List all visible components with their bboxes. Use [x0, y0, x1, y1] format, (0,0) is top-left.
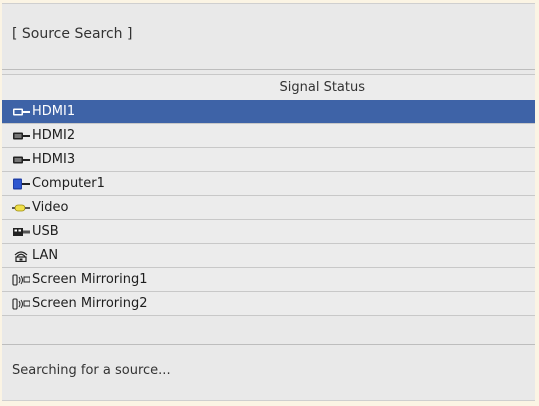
source-row-video[interactable]: Video	[2, 196, 535, 220]
hdmi-icon	[12, 106, 30, 118]
source-row-lan[interactable]: LAN	[2, 244, 535, 268]
signal-status-label: Signal Status	[279, 80, 366, 95]
source-row-hdmi1[interactable]: HDMI1	[2, 100, 535, 124]
lan-icon	[12, 250, 30, 262]
source-label: HDMI1	[32, 104, 76, 119]
computer-vga-icon	[12, 178, 30, 190]
source-row-screen-mirroring2[interactable]: Screen Mirroring2	[2, 292, 535, 316]
window-title: [ Source Search ]	[12, 26, 133, 42]
window-header: [ Source Search ]	[2, 4, 535, 70]
screen-mirroring-icon	[12, 273, 30, 286]
source-label: Video	[32, 200, 69, 215]
source-row-computer1[interactable]: Computer1	[2, 172, 535, 196]
source-search-panel: [ Source Search ] Signal Status HDMI1 HD…	[2, 3, 535, 401]
video-rca-icon	[12, 202, 30, 214]
status-message: Searching for a source...	[12, 363, 171, 378]
source-label: HDMI2	[32, 128, 76, 143]
source-label: USB	[32, 224, 59, 239]
source-list: Signal Status HDMI1 HDMI2 HDMI3 Computer…	[2, 74, 535, 316]
source-label: Screen Mirroring2	[32, 296, 148, 311]
source-label: Screen Mirroring1	[32, 272, 148, 287]
source-row-hdmi2[interactable]: HDMI2	[2, 124, 535, 148]
screen-mirroring-icon	[12, 297, 30, 310]
usb-icon	[12, 226, 30, 238]
source-row-hdmi3[interactable]: HDMI3	[2, 148, 535, 172]
source-search-window: [ Source Search ] Signal Status HDMI1 HD…	[0, 0, 539, 406]
source-label: HDMI3	[32, 152, 76, 167]
hdmi-icon	[12, 130, 30, 142]
signal-status-header: Signal Status	[2, 74, 535, 100]
hdmi-icon	[12, 154, 30, 166]
source-row-screen-mirroring1[interactable]: Screen Mirroring1	[2, 268, 535, 292]
source-row-usb[interactable]: USB	[2, 220, 535, 244]
source-label: LAN	[32, 248, 59, 263]
source-label: Computer1	[32, 176, 105, 191]
status-bar: Searching for a source...	[2, 344, 535, 400]
